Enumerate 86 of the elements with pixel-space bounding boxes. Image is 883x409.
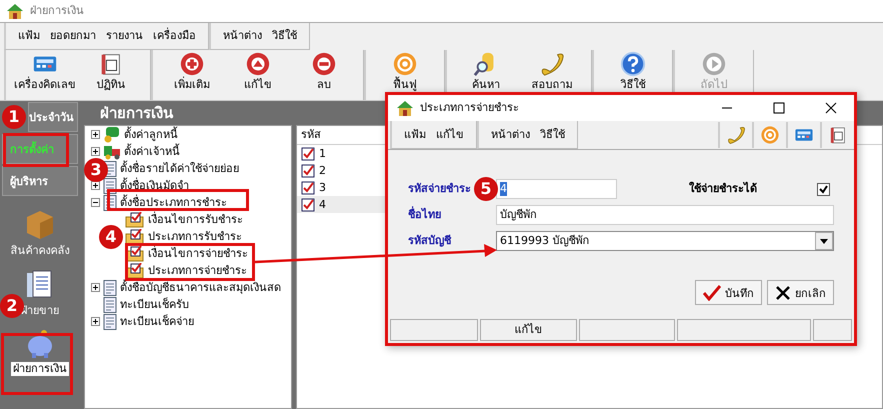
expand-icon[interactable]	[91, 317, 100, 326]
menu-item[interactable]: แก้ไข	[436, 128, 464, 142]
field-label: รหัสบัญชี	[408, 234, 451, 248]
house-icon	[396, 100, 414, 116]
cross-icon	[775, 284, 791, 300]
highlight-frame	[3, 133, 69, 167]
sidebar-item[interactable]: สินค้าคงคลัง	[8, 244, 72, 258]
toolbar-button[interactable]: แก้ไข	[225, 50, 291, 100]
document-icon	[103, 314, 117, 330]
checked-folder-icon	[125, 212, 145, 228]
phone-icon	[539, 51, 565, 77]
menu-item[interactable]: แฟ้ม	[404, 128, 426, 142]
menu-item[interactable]: วิธีใช้	[272, 29, 297, 43]
tree-item[interactable]: ทะเบียนเช็คจ่าย	[120, 314, 194, 328]
menu-item[interactable]: เครื่องมือ	[153, 29, 196, 43]
checked-document-icon	[301, 198, 315, 212]
play-circle-icon	[701, 51, 727, 77]
tree-item[interactable]: ทะเบียนเช็ครับ	[120, 298, 189, 312]
checked-document-icon	[301, 180, 315, 194]
close-icon	[825, 102, 837, 114]
toolbar-button[interactable]: เพิ่มเติม	[159, 50, 225, 100]
menu-item[interactable]: ยอดยกมา	[50, 29, 96, 43]
tree-item[interactable]: ประเภทการจ่ายชำระ	[148, 264, 247, 278]
tree-item[interactable]: ตั้งชื่อรายได้ค่าใช้จ่ายย่อย	[120, 162, 239, 176]
people-icon	[103, 126, 121, 142]
calendar-icon	[828, 125, 848, 145]
checked-folder-icon	[125, 262, 145, 278]
document-icon	[103, 296, 117, 312]
menu-item[interactable]: แฟ้ม	[18, 29, 40, 43]
tree-item[interactable]: ตั้งชื่อประเภทการชำระ	[120, 196, 227, 210]
help-icon	[620, 51, 646, 77]
sidebar-tab[interactable]: ประจำวัน	[28, 102, 78, 132]
field-label: ชื่อไทย	[408, 208, 441, 222]
account-dropdown[interactable]: 6119993 บัญชีพัก	[496, 231, 834, 251]
expand-icon[interactable]	[91, 181, 100, 190]
checked-document-icon	[301, 146, 315, 160]
code-field[interactable]: 4	[496, 179, 617, 199]
up-arrow-circle-icon	[245, 51, 271, 77]
tree-item[interactable]: ประเภทการรับชำระ	[148, 230, 242, 244]
toolbar-button[interactable]: ลบ	[291, 50, 357, 100]
toolbar-button[interactable]: เครื่องคิดเลข	[12, 50, 78, 100]
tree-item[interactable]: เงื่อนไขการรับชำระ	[148, 212, 243, 226]
highlight-frame	[1, 333, 73, 395]
toolbar-button[interactable]: สอบถาม	[519, 50, 585, 100]
checked-folder-icon	[125, 228, 145, 244]
menu-item[interactable]: รายงาน	[106, 29, 143, 43]
status-segment	[812, 319, 852, 341]
checkbox[interactable]	[817, 182, 830, 196]
house-icon	[6, 3, 24, 19]
tree-item[interactable]: ตั้งชื่อเงินมัดจำ	[120, 178, 189, 192]
collapse-icon[interactable]	[91, 198, 100, 207]
expand-icon[interactable]	[91, 130, 100, 139]
save-button[interactable]: บันทึก	[695, 280, 762, 305]
dialog-title: ประเภทการจ่ายชำระ	[420, 101, 519, 115]
sidebar-item[interactable]: ฝ่ายการเงิน	[11, 362, 69, 376]
phone-icon	[726, 125, 746, 145]
expand-icon[interactable]	[91, 283, 100, 292]
checkmark-icon	[703, 284, 721, 300]
name-field[interactable]: บัญชีพัก	[496, 205, 834, 225]
check-icon	[819, 184, 828, 194]
toolbar-button[interactable]: ปฏิทิน	[78, 50, 144, 100]
window-title: ฝ่ายการเงิน	[30, 4, 84, 18]
sidebar-tab[interactable]: ผู้บริหาร	[2, 166, 78, 196]
tree-item[interactable]: ตั้งชื่อบัญชีธนาคารและสมุดเงินสด	[120, 280, 281, 294]
document-icon	[103, 280, 117, 296]
tree-item[interactable]: เงื่อนไขการจ่ายชำระ	[148, 246, 248, 260]
expand-icon[interactable]	[91, 147, 100, 156]
checked-document-icon	[301, 164, 315, 178]
checked-folder-icon	[125, 246, 145, 262]
menu-item[interactable]: หน้าต่าง	[491, 128, 530, 142]
status-text: แก้ไข	[480, 319, 577, 341]
panel-title: ฝ่ายการเงิน	[99, 103, 173, 124]
cancel-button[interactable]: ยกเลิก	[767, 280, 834, 305]
maximize-icon	[773, 102, 785, 114]
menu-item[interactable]: หน้าต่าง	[223, 29, 262, 43]
tree-item[interactable]: ตั้งค่าลูกหนี้	[124, 128, 178, 142]
truck-icon	[103, 144, 121, 160]
dropdown-caret-icon	[820, 238, 828, 244]
checkbox-label: ใช้จ่ายชำระได้	[689, 182, 757, 196]
refresh-icon	[392, 51, 418, 77]
field-label: รหัสจ่ายชำระ	[408, 182, 471, 196]
minus-circle-icon	[311, 51, 337, 77]
plus-circle-icon	[179, 51, 205, 77]
refresh-icon	[760, 125, 780, 145]
menu-item[interactable]: วิธีใช้	[540, 128, 565, 142]
tree-item[interactable]: ตั้งค่าเจ้าหนี้	[124, 144, 180, 158]
